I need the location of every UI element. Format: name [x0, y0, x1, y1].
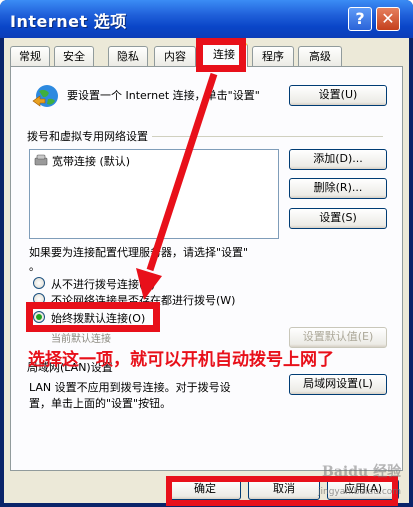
highlight-always-dial-option — [26, 302, 160, 332]
annotation-arrow — [136, 72, 218, 300]
baidu-watermark: Baidu 经验 — [322, 464, 402, 480]
watermark-url: jingyan.baidu.com — [318, 487, 402, 497]
annotation-text: 选择这一项，就可以开机自动拨号上网了 — [28, 350, 334, 370]
internet-options-window: Internet 选项 ? ✕ 常规 安全 隐私 内容 程序 高级 要设置一个 … — [0, 0, 413, 507]
